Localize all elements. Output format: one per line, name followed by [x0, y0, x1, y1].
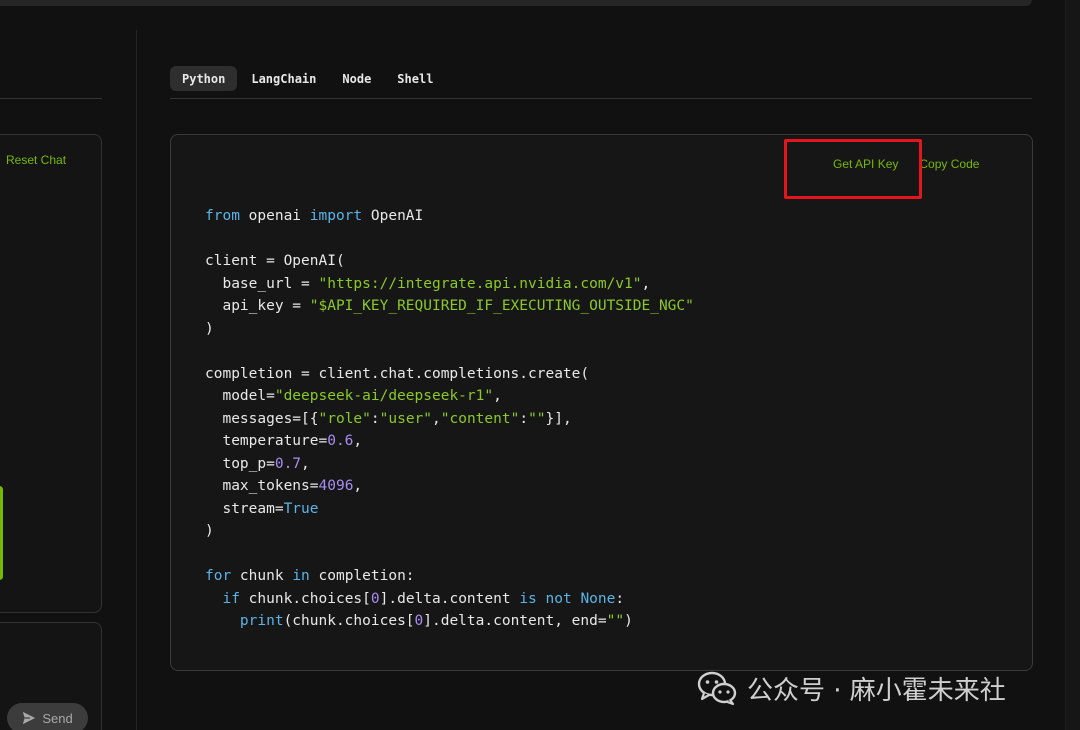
- code-line: base_url = "https://integrate.api.nvidia…: [205, 273, 694, 296]
- code-token: :: [519, 410, 529, 427]
- code-line: max_tokens=4096,: [205, 475, 694, 498]
- code-token: 0.6: [327, 433, 354, 449]
- code-token: "deepseek-ai/deepseek-r1": [274, 388, 494, 404]
- code-token: model=: [205, 388, 275, 404]
- code-token: ,: [301, 455, 310, 472]
- code-token: :: [370, 410, 380, 427]
- language-tabs: Python LangChain Node Shell: [170, 66, 445, 91]
- code-token: messages=[{: [205, 410, 319, 427]
- code-block: from openai import OpenAI client = OpenAI…: [205, 205, 694, 633]
- code-token: OpenAI: [362, 208, 424, 224]
- panel-divider: [136, 30, 137, 730]
- code-token: chunk.choices[: [239, 590, 371, 607]
- code-token: "role": [318, 410, 371, 427]
- code-token: (chunk.choices[: [283, 613, 415, 629]
- code-token: "$API_KEY_REQUIRED_IF_EXECUTING_OUTSIDE_…: [309, 298, 694, 314]
- send-button[interactable]: Send: [7, 703, 88, 730]
- code-token: ,: [353, 433, 363, 449]
- code-token: from: [205, 208, 240, 224]
- code-token: "https://integrate.api.nvidia.com/v1": [318, 275, 642, 292]
- page: Reset Chat Send Python LangChain Node Sh…: [0, 0, 1080, 730]
- code-token: ,: [353, 478, 363, 494]
- code-token: api_key =: [205, 298, 310, 314]
- wechat-icon: [697, 671, 737, 706]
- code-card-actions: Get API Key Copy Code: [833, 157, 979, 171]
- code-token: print: [239, 613, 284, 629]
- code-token: ): [205, 320, 214, 337]
- tab-python[interactable]: Python: [170, 66, 238, 91]
- right-scroll-strip[interactable]: [1066, 0, 1080, 730]
- code-token: :: [615, 590, 625, 607]
- code-line: model="deepseek-ai/deepseek-r1",: [205, 385, 694, 408]
- code-line: ): [205, 520, 694, 543]
- code-line: from openai import OpenAI: [205, 205, 694, 228]
- code-line: for chunk in completion:: [205, 565, 694, 588]
- copy-code-button[interactable]: Copy Code: [919, 157, 979, 171]
- code-token: in: [292, 568, 310, 584]
- code-token: ): [205, 523, 214, 539]
- code-token: if: [222, 590, 240, 607]
- code-token: ].delta.content: [379, 590, 520, 607]
- code-line: top_p=0.7,: [205, 453, 694, 476]
- code-token: stream=: [205, 500, 284, 517]
- chat-history-panel: [0, 134, 102, 613]
- code-token: ,: [432, 410, 441, 427]
- chat-message-accent: [0, 486, 3, 580]
- watermark: 公众号 · 麻小霍未来社: [697, 668, 1006, 708]
- code-line: messages=[{"role":"user","content":""}],: [205, 408, 694, 431]
- code-token: True: [283, 500, 319, 517]
- code-token: "": [606, 613, 625, 629]
- code-token: 0: [414, 613, 424, 629]
- left-header-divider: [0, 98, 102, 99]
- top-bar: [0, 0, 1032, 6]
- tab-shell[interactable]: Shell: [385, 66, 445, 91]
- code-token: completion = client.chat.completions.cre…: [205, 365, 590, 382]
- code-token: for: [205, 568, 232, 584]
- code-token: max_tokens=: [205, 478, 319, 494]
- code-token: ,: [641, 275, 651, 292]
- code-line: client = OpenAI(: [205, 250, 694, 273]
- code-token: is not: [519, 590, 572, 607]
- code-token: base_url =: [205, 275, 319, 292]
- code-token: 4096: [318, 478, 354, 494]
- code-line: temperature=0.6,: [205, 430, 694, 453]
- code-token: client = OpenAI(: [205, 253, 345, 269]
- tabs-underline: [170, 98, 1032, 99]
- code-token: "": [528, 410, 546, 427]
- code-line: ): [205, 318, 694, 341]
- reset-chat-button[interactable]: Reset Chat: [6, 153, 66, 167]
- code-token: ,: [493, 388, 502, 404]
- code-token: chunk: [231, 568, 293, 584]
- code-token: None: [580, 590, 616, 607]
- code-token: }],: [545, 410, 572, 427]
- code-token: openai: [239, 208, 310, 224]
- code-token: temperature=: [205, 433, 328, 449]
- code-token: top_p=: [205, 455, 275, 472]
- code-token: "content": [440, 410, 520, 427]
- code-line: if chunk.choices[0].delta.content is not…: [205, 588, 694, 611]
- code-token: ].delta.content, end=: [423, 613, 607, 629]
- code-token: 0: [370, 590, 380, 607]
- code-line: print(chunk.choices[0].delta.content, en…: [205, 610, 694, 633]
- send-icon: [23, 711, 36, 725]
- code-line: api_key = "$API_KEY_REQUIRED_IF_EXECUTIN…: [205, 295, 694, 318]
- watermark-text: 公众号 · 麻小霍未来社: [747, 675, 1006, 706]
- code-token: 0.7: [274, 455, 302, 472]
- send-label: Send: [42, 710, 73, 726]
- tab-langchain[interactable]: LangChain: [239, 66, 328, 91]
- get-api-key-button[interactable]: Get API Key: [833, 157, 898, 171]
- code-token: completion:: [309, 568, 415, 584]
- code-line: completion = client.chat.completions.cre…: [205, 363, 694, 386]
- code-token: "user": [379, 410, 433, 427]
- code-line: stream=True: [205, 498, 694, 521]
- tab-node[interactable]: Node: [330, 66, 383, 91]
- code-token: import: [309, 208, 363, 224]
- code-token: ): [624, 613, 633, 629]
